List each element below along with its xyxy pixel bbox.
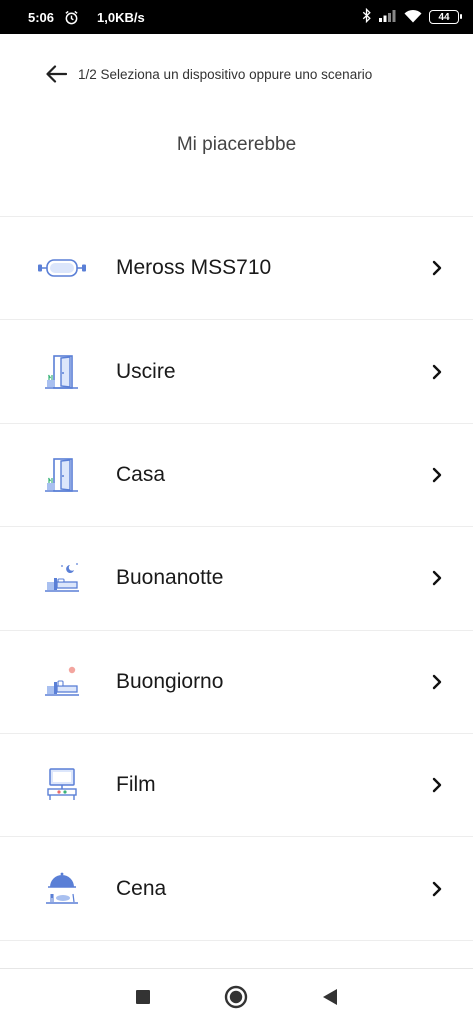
bed-morning-icon bbox=[36, 660, 88, 704]
status-bar: 5:06 1,0KB/s 44 bbox=[0, 0, 473, 34]
door-home-icon bbox=[36, 453, 88, 497]
wifi-icon bbox=[404, 9, 422, 26]
list-item-buonanotte[interactable]: Buonanotte bbox=[0, 527, 473, 631]
status-time: 5:06 bbox=[28, 9, 55, 25]
list-item-meross-mss710[interactable]: Meross MSS710 bbox=[0, 217, 473, 321]
list-item-film[interactable]: Film bbox=[0, 734, 473, 838]
list-item-buongiorno[interactable]: Buongiorno bbox=[0, 631, 473, 734]
chevron-right-icon bbox=[429, 777, 445, 793]
home-circle-icon[interactable] bbox=[216, 977, 256, 1017]
network-speed: 1,0KB/s bbox=[97, 9, 145, 25]
back-triangle-icon[interactable] bbox=[310, 977, 350, 1017]
chevron-right-icon bbox=[429, 570, 445, 586]
device-icon bbox=[36, 246, 88, 290]
chevron-right-icon bbox=[429, 467, 445, 483]
alarm-icon bbox=[64, 10, 79, 25]
scene-list: Meross MSS710 Uscire Casa Buonanotte Buo… bbox=[0, 216, 473, 941]
page-subtitle: Mi piacerebbe bbox=[176, 134, 297, 155]
list-item-uscire[interactable]: Uscire bbox=[0, 320, 473, 424]
list-item-label: Film bbox=[116, 773, 156, 797]
chevron-right-icon bbox=[429, 260, 445, 276]
back-arrow-icon[interactable] bbox=[40, 58, 72, 90]
tv-icon bbox=[36, 763, 88, 807]
chevron-right-icon bbox=[429, 674, 445, 690]
dinner-icon bbox=[36, 867, 88, 911]
battery-icon: 44 bbox=[429, 10, 462, 24]
list-item-label: Buongiorno bbox=[116, 669, 224, 693]
recents-square-icon[interactable] bbox=[123, 977, 163, 1017]
page-title: 1/2 Seleziona un dispositivo oppure uno … bbox=[78, 66, 373, 82]
list-item-label: Uscire bbox=[116, 359, 176, 383]
header: 1/2 Seleziona un dispositivo oppure uno … bbox=[0, 34, 473, 114]
list-item-casa[interactable]: Casa bbox=[0, 424, 473, 528]
bluetooth-icon bbox=[362, 7, 372, 26]
list-item-label: Casa bbox=[116, 462, 166, 486]
signal-icon bbox=[379, 9, 397, 25]
bed-night-icon bbox=[36, 556, 88, 600]
chevron-right-icon bbox=[429, 364, 445, 380]
system-nav-bar bbox=[0, 968, 473, 1024]
list-item-label: Buonanotte bbox=[116, 566, 224, 590]
list-item-cena[interactable]: Cena bbox=[0, 837, 473, 941]
chevron-right-icon bbox=[429, 881, 445, 897]
list-item-label: Meross MSS710 bbox=[116, 256, 272, 280]
door-exit-icon bbox=[36, 350, 88, 394]
list-item-label: Cena bbox=[116, 876, 167, 900]
